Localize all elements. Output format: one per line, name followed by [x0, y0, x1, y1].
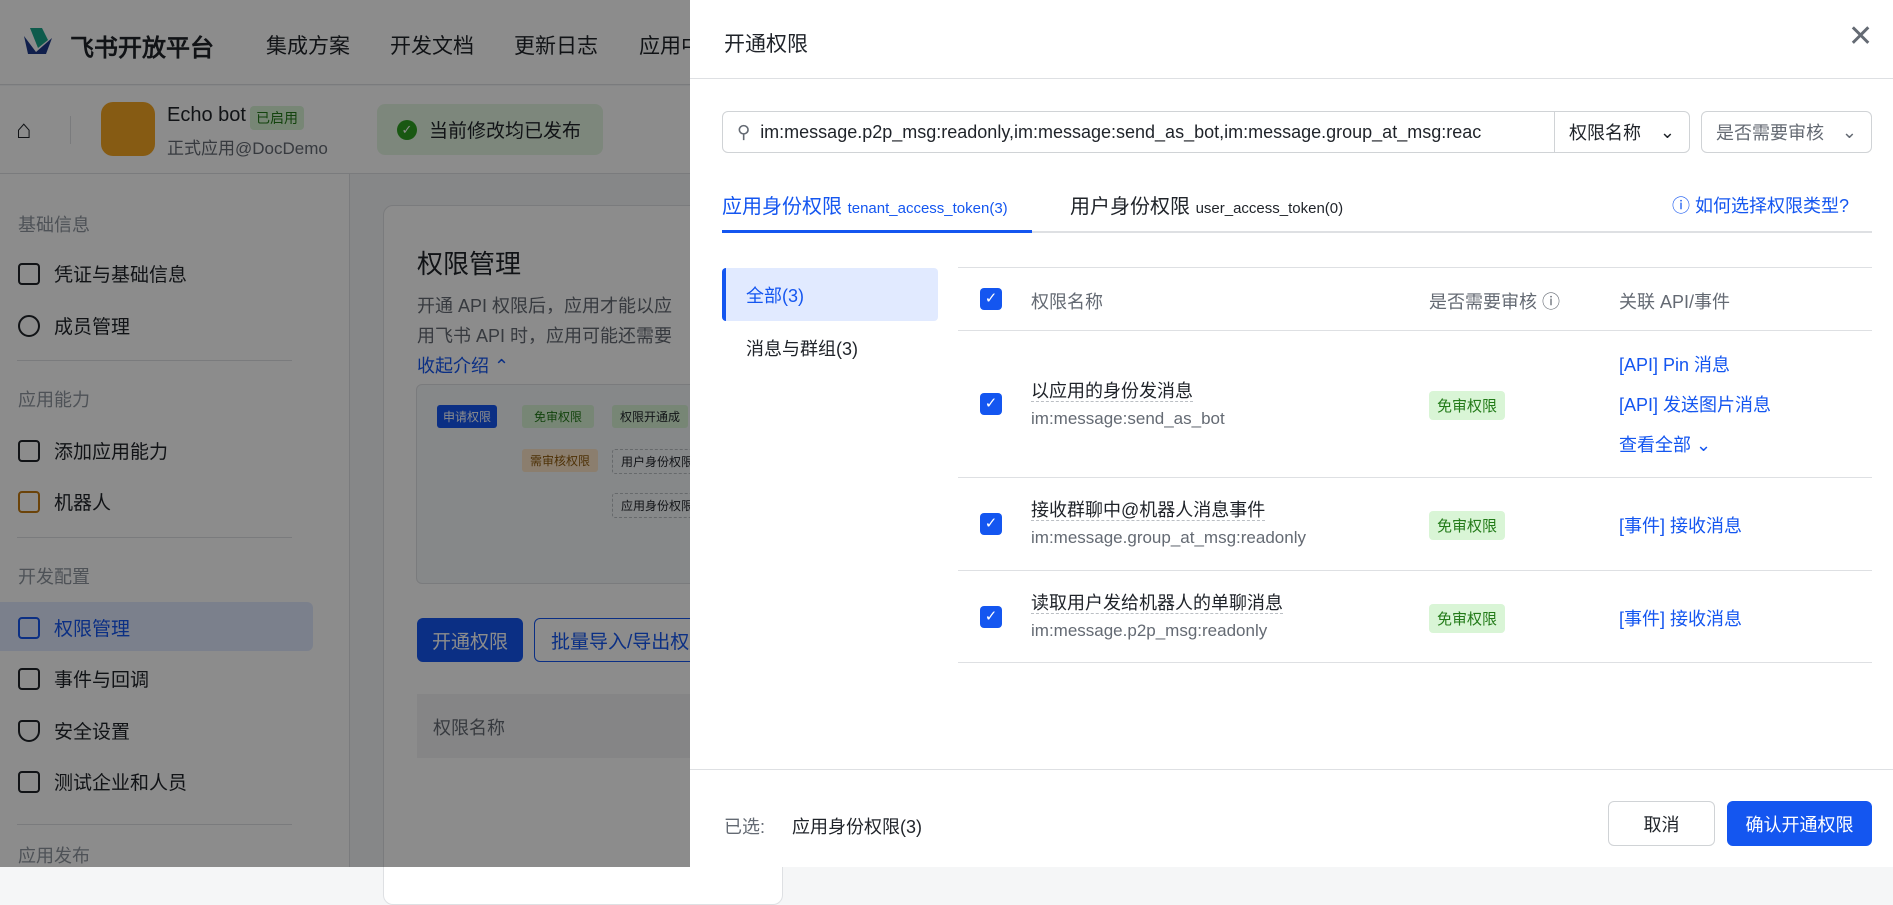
- selected-value: 应用身份权限(3): [792, 817, 922, 837]
- chevron-down-icon: ⌄: [1841, 121, 1857, 142]
- divider: [690, 78, 1893, 79]
- table-header: ✓ 权限名称 是否需要审核 ⓘ 关联 API/事件: [958, 267, 1872, 330]
- table-row: ✓ 读取用户发给机器人的单聊消息 im:message.p2p_msg:read…: [958, 570, 1872, 663]
- column-review-label: 是否需要审核: [1429, 292, 1537, 312]
- select-all-checkbox[interactable]: ✓: [980, 288, 1002, 310]
- view-all-label: 查看全部: [1619, 435, 1691, 455]
- review-filter-placeholder: 是否需要审核: [1716, 123, 1824, 143]
- permission-code: im:message.p2p_msg:readonly: [1031, 621, 1268, 640]
- review-tag: 免审权限: [1429, 511, 1506, 540]
- category-messages-groups[interactable]: 消息与群组(3): [722, 321, 938, 374]
- row-checkbox[interactable]: ✓: [980, 513, 1002, 535]
- review-tag: 免审权限: [1429, 604, 1506, 633]
- question-circle-icon[interactable]: ⓘ: [1542, 292, 1560, 312]
- selected-label: 已选:: [724, 817, 766, 837]
- permission-name[interactable]: 读取用户发给机器人的单聊消息: [1031, 593, 1283, 614]
- permission-table: ✓ 权限名称 是否需要审核 ⓘ 关联 API/事件 ✓ 以应用的身份发消息 im…: [958, 267, 1872, 663]
- question-circle-icon: ⓘ: [1672, 196, 1690, 216]
- drawer-title: 开通权限: [724, 33, 808, 56]
- related-event-link[interactable]: [事件] 接收消息: [1619, 512, 1742, 538]
- table-row: ✓ 接收群聊中@机器人消息事件 im:message.group_at_msg:…: [958, 477, 1872, 570]
- confirm-open-permission-button[interactable]: 确认开通权限: [1727, 801, 1872, 846]
- permission-name[interactable]: 接收群聊中@机器人消息事件: [1031, 500, 1266, 521]
- tab-sub: user_access_token(0): [1195, 200, 1344, 217]
- tab-sub: tenant_access_token(3): [847, 200, 1008, 217]
- filter-field-value: 权限名称: [1569, 123, 1641, 143]
- row-checkbox[interactable]: ✓: [980, 606, 1002, 628]
- column-review: 是否需要审核 ⓘ: [1429, 288, 1560, 314]
- tab-label: 应用身份权限: [722, 196, 842, 218]
- chevron-down-icon: ⌄: [1659, 121, 1675, 142]
- search-icon: ⚲: [737, 121, 751, 142]
- permission-code: im:message:send_as_bot: [1031, 409, 1225, 428]
- permission-type-help-link[interactable]: ⓘ 如何选择权限类型?: [1672, 192, 1849, 218]
- related-event-link[interactable]: [事件] 接收消息: [1619, 605, 1742, 631]
- footer-divider: [690, 769, 1893, 770]
- row-checkbox[interactable]: ✓: [980, 393, 1002, 415]
- tab-tenant-permissions[interactable]: 应用身份权限 tenant_access_token(3): [722, 190, 1008, 219]
- view-all-link[interactable]: 查看全部 ⌄: [1619, 431, 1711, 457]
- review-filter-select[interactable]: 是否需要审核 ⌄: [1701, 111, 1872, 153]
- column-name: 权限名称: [1031, 292, 1103, 312]
- category-list: 全部(3) 消息与群组(3): [722, 268, 938, 374]
- permission-code: im:message.group_at_msg:readonly: [1031, 528, 1306, 547]
- table-row: ✓ 以应用的身份发消息 im:message:send_as_bot 免审权限 …: [958, 330, 1872, 477]
- review-tag: 免审权限: [1429, 391, 1506, 420]
- related-api-link[interactable]: [API] 发送图片消息: [1619, 391, 1771, 417]
- modal-overlay[interactable]: [0, 0, 690, 867]
- column-related-api: 关联 API/事件: [1619, 292, 1731, 312]
- search-input[interactable]: im:message.p2p_msg:readonly,im:message:s…: [750, 122, 1554, 143]
- cancel-button[interactable]: 取消: [1608, 801, 1715, 846]
- permission-search-box: ⚲ im:message.p2p_msg:readonly,im:message…: [722, 111, 1690, 153]
- tab-user-permissions[interactable]: 用户身份权限 user_access_token(0): [1070, 190, 1343, 219]
- tab-label: 用户身份权限: [1070, 196, 1190, 218]
- open-permission-drawer: 开通权限 ✕ ⚲ im:message.p2p_msg:readonly,im:…: [690, 0, 1893, 867]
- help-label: 如何选择权限类型?: [1695, 196, 1850, 216]
- related-api-link[interactable]: [API] Pin 消息: [1619, 351, 1730, 377]
- tab-active-indicator: [722, 230, 1032, 233]
- chevron-down-icon: ⌄: [1696, 435, 1712, 455]
- close-icon[interactable]: ✕: [1848, 22, 1873, 52]
- filter-field-select[interactable]: 权限名称 ⌄: [1554, 112, 1689, 152]
- permission-name[interactable]: 以应用的身份发消息: [1031, 381, 1193, 402]
- category-all[interactable]: 全部(3): [722, 268, 938, 321]
